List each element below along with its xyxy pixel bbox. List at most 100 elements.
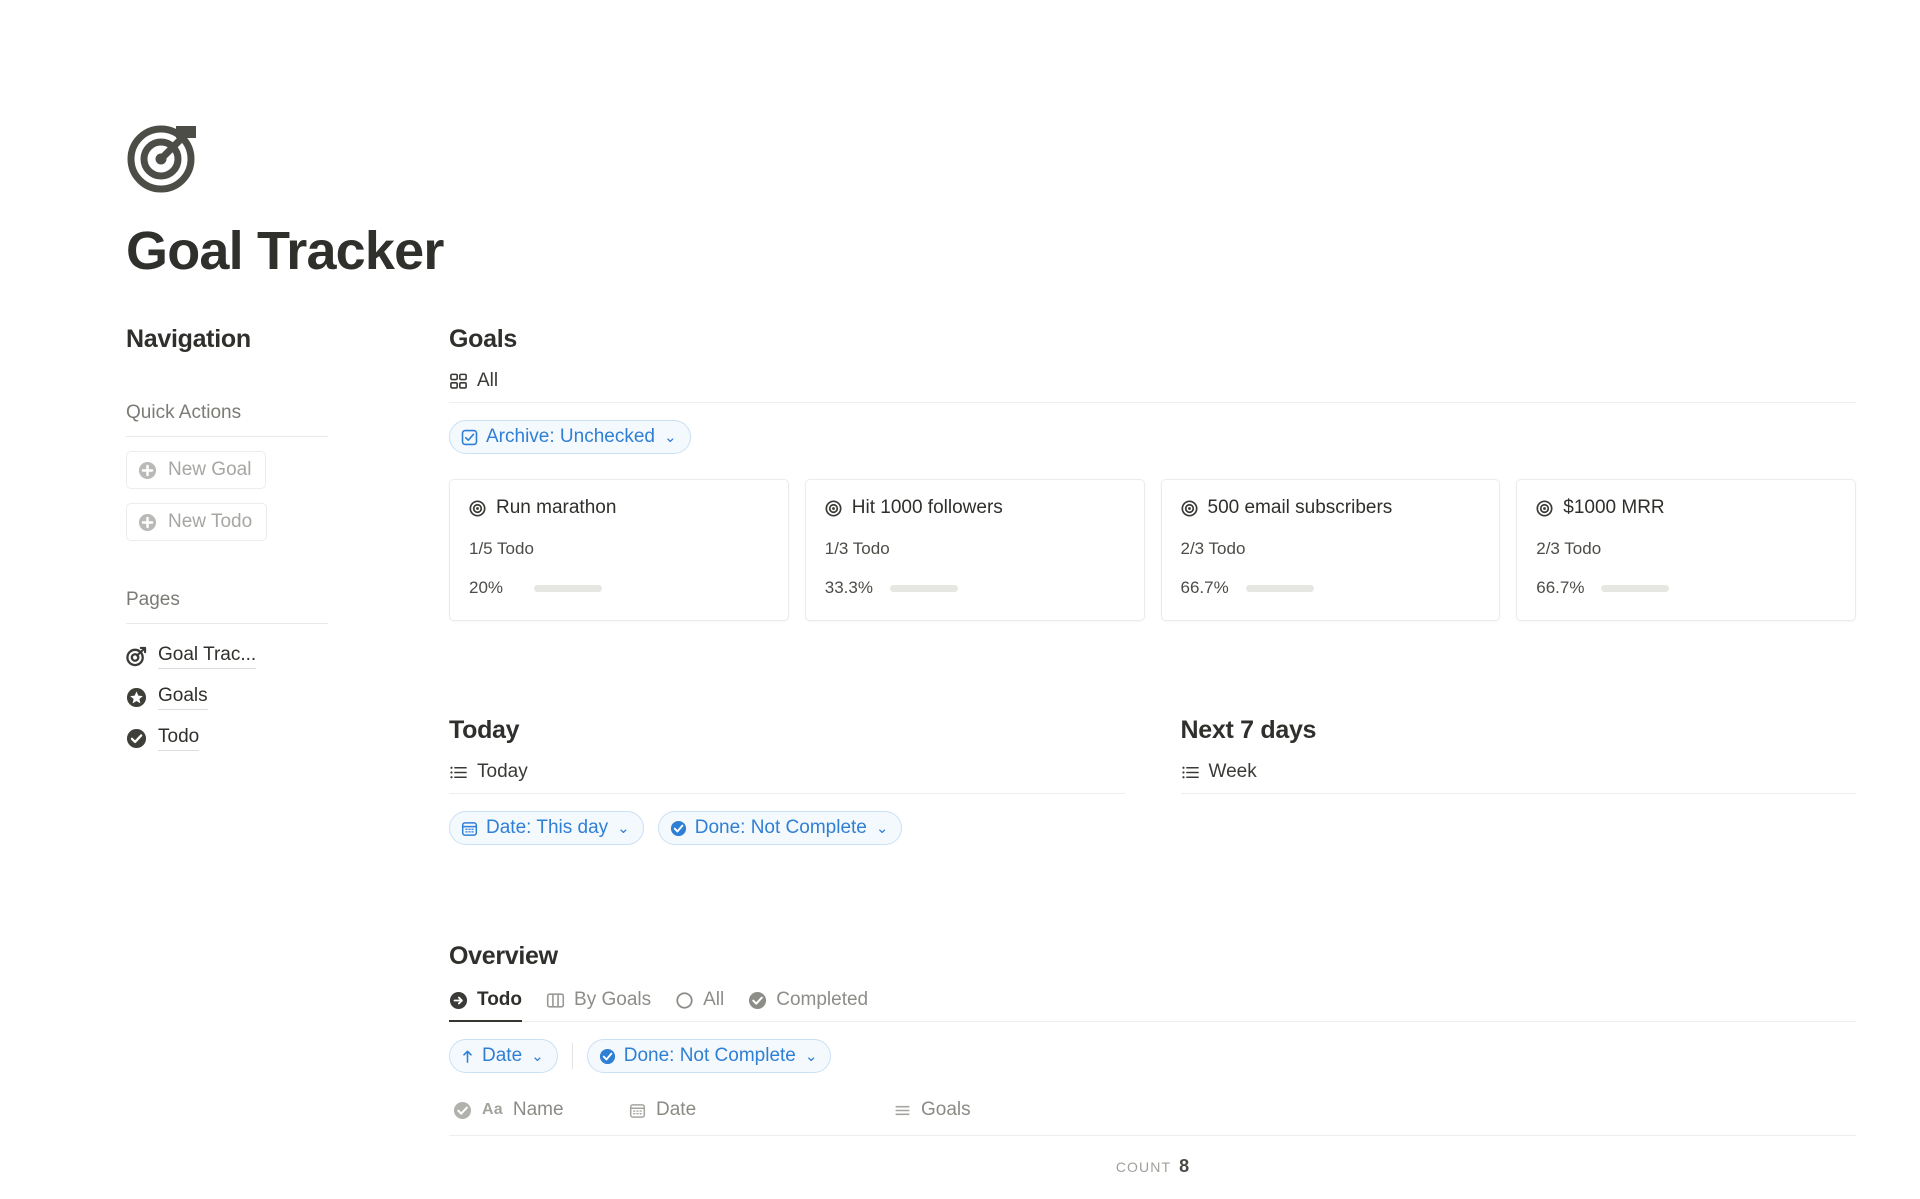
pages-list: Goal Trac... Goals Todo	[126, 644, 386, 752]
chevron-down-icon: ⌄	[617, 820, 630, 838]
view-tab-label: Week	[1208, 761, 1257, 783]
tab-label: Completed	[776, 989, 869, 1011]
text-aa-icon: Aa	[482, 1101, 503, 1119]
filter-label: Archive: Unchecked	[486, 426, 655, 448]
progress-track	[1601, 584, 1670, 592]
navigation-heading: Navigation	[126, 325, 251, 354]
check-circle-icon	[453, 1101, 472, 1120]
circle-icon	[675, 991, 694, 1010]
new-goal-label: New Goal	[168, 459, 252, 481]
quick-actions-label: Quick Actions	[126, 402, 328, 438]
today-section: Today Today Date: This day ⌄ Done: Not C…	[449, 716, 1125, 846]
column-header-label: Name	[512, 1099, 564, 1121]
list-icon	[1181, 763, 1200, 782]
overview-section: Overview Todo By Goals All Completed Dat…	[449, 942, 1856, 1177]
divider	[571, 1043, 573, 1070]
goals-section-title: Goals	[449, 325, 517, 354]
view-tab-all[interactable]: All	[449, 370, 498, 392]
goal-card-title: Run marathon	[496, 497, 617, 519]
goal-cards: Run marathon 1/5 Todo 20% Hit 1000 follo…	[449, 479, 1856, 622]
overview-filter-row: Date ⌄ Done: Not Complete ⌄	[449, 1039, 1856, 1074]
tab-todo[interactable]: Todo	[449, 989, 523, 1023]
new-todo-label: New Todo	[168, 511, 253, 533]
view-tab-label: Today	[477, 761, 528, 783]
filter-date-this-day[interactable]: Date: This day ⌄	[449, 811, 644, 846]
target-icon	[825, 500, 842, 517]
chevron-down-icon: ⌄	[875, 820, 889, 838]
column-header-label: Goals	[921, 1099, 971, 1121]
page-header: Goal Tracker	[0, 0, 1920, 281]
column-header-goals[interactable]: Goals	[894, 1099, 1856, 1121]
today-week-row: Today Today Date: This day ⌄ Done: Not C…	[449, 716, 1856, 846]
calendar-icon	[461, 820, 478, 837]
check-circle-icon	[126, 728, 147, 749]
table-header: Aa Name Date Goals	[449, 1099, 1856, 1137]
view-tab-week[interactable]: Week	[1181, 761, 1257, 783]
page-link-goal-tracker[interactable]: Goal Trac...	[126, 644, 257, 670]
goal-card-todo: 1/5 Todo	[469, 539, 534, 559]
page-link-label: Goal Trac...	[158, 644, 257, 670]
today-section-title: Today	[449, 716, 520, 745]
tab-label: By Goals	[574, 989, 652, 1011]
sort-date-button[interactable]: Date ⌄	[449, 1039, 558, 1074]
goal-card-title: $1000 MRR	[1563, 497, 1665, 519]
calendar-icon	[629, 1102, 646, 1119]
target-arrow-icon	[126, 646, 147, 667]
overview-section-title: Overview	[449, 942, 558, 971]
tab-label: All	[703, 989, 725, 1011]
list-icon	[449, 763, 468, 782]
page-link-todo[interactable]: Todo	[126, 726, 200, 752]
goal-card-title: Hit 1000 followers	[851, 497, 1003, 519]
goal-card-percent: 66.7%	[1180, 578, 1229, 598]
check-circle-icon	[748, 991, 767, 1010]
sidebar: Navigation Quick Actions New Goal New To…	[126, 325, 386, 1177]
next7-section: Next 7 days Week	[1180, 716, 1856, 845]
plus-circle-icon	[138, 461, 157, 480]
sort-label: Date	[482, 1045, 523, 1067]
filter-archive-unchecked[interactable]: Archive: Unchecked ⌄	[449, 420, 691, 455]
goals-filter-row: Archive: Unchecked ⌄	[449, 420, 1856, 455]
goal-card-percent: 66.7%	[1536, 578, 1585, 598]
column-header-label: Date	[656, 1099, 697, 1121]
page-title: Goal Tracker	[126, 221, 444, 281]
view-tab-today[interactable]: Today	[449, 761, 528, 783]
filter-label: Done: Not Complete	[694, 817, 867, 839]
new-todo-button[interactable]: New Todo	[126, 503, 268, 542]
progress-track	[889, 584, 958, 592]
goal-card[interactable]: 500 email subscribers 2/3 Todo 66.7%	[1160, 479, 1501, 622]
page-link-goals[interactable]: Goals	[126, 685, 208, 711]
main-content: Goals All Archive: Unchecked ⌄ Run marat…	[386, 325, 1920, 1177]
filter-done-not-complete[interactable]: Done: Not Complete ⌄	[586, 1039, 832, 1074]
goals-section: Goals All Archive: Unchecked ⌄ Run marat…	[449, 325, 1856, 622]
checkbox-icon	[461, 429, 478, 446]
goal-card-todo: 1/3 Todo	[824, 539, 890, 559]
next7-view-tabs: Week	[1180, 761, 1856, 795]
goal-card[interactable]: Hit 1000 followers 1/3 Todo 33.3%	[804, 479, 1145, 622]
goal-card-todo: 2/3 Todo	[1180, 539, 1246, 559]
goal-card[interactable]: $1000 MRR 2/3 Todo 66.7%	[1516, 479, 1856, 622]
progress-track	[534, 584, 602, 592]
goal-card[interactable]: Run marathon 1/5 Todo 20%	[449, 479, 789, 622]
target-icon	[469, 500, 486, 517]
target-icon	[126, 116, 204, 194]
tab-by-goals[interactable]: By Goals	[546, 989, 651, 1021]
goals-view-tabs: All	[449, 370, 1856, 404]
goal-card-title: 500 email subscribers	[1207, 497, 1393, 519]
board-columns-icon	[546, 991, 565, 1010]
chevron-down-icon: ⌄	[663, 429, 677, 447]
filter-done-not-complete[interactable]: Done: Not Complete ⌄	[657, 811, 903, 846]
column-header-check[interactable]: Aa Name	[449, 1099, 629, 1121]
tab-all[interactable]: All	[675, 989, 724, 1021]
arrow-up-icon	[461, 1048, 474, 1065]
today-filter-row: Date: This day ⌄ Done: Not Complete ⌄	[449, 811, 1125, 846]
filter-label: Done: Not Complete	[623, 1045, 796, 1067]
new-goal-button[interactable]: New Goal	[126, 451, 267, 490]
target-icon	[1536, 500, 1553, 517]
goal-card-percent: 20%	[469, 578, 504, 598]
pages-label: Pages	[126, 589, 328, 625]
goal-card-percent: 33.3%	[824, 578, 873, 598]
goal-tracker-page: Goal Tracker Navigation Quick Actions Ne…	[0, 0, 1920, 1199]
progress-track	[1245, 584, 1314, 592]
column-header-date[interactable]: Date	[629, 1099, 894, 1121]
tab-completed[interactable]: Completed	[748, 989, 868, 1021]
